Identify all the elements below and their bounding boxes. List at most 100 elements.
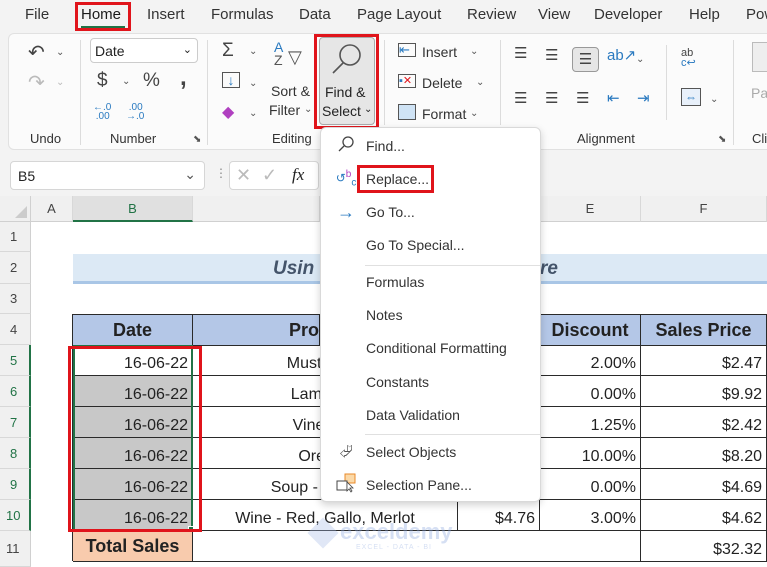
row-header-5[interactable]: 5 [0, 345, 31, 376]
sort-az-icon[interactable]: AZ [274, 40, 283, 67]
column-header-b[interactable]: B [73, 196, 193, 222]
sort-filter-dropdown-icon[interactable]: ⌄ [304, 104, 312, 115]
redo-icon[interactable]: ↷ [28, 70, 45, 95]
wrap-text-icon[interactable]: ab c↩ [681, 48, 696, 69]
header-date[interactable]: Date [73, 315, 193, 346]
menu-item-notes[interactable]: Notes [321, 301, 540, 329]
menu-item-select-objects[interactable]: ⮰ Select Objects [321, 438, 540, 466]
tab-developer[interactable]: Developer [594, 6, 662, 23]
sales-price-cell[interactable]: $2.42 [641, 407, 767, 438]
currency-format-button[interactable]: $ [97, 70, 108, 92]
redo-dropdown-icon[interactable]: ⌄ [56, 77, 64, 88]
row-header-6[interactable]: 6 [0, 376, 31, 407]
comma-style-button[interactable]: , [180, 64, 187, 92]
autosum-icon[interactable]: Σ [222, 40, 234, 62]
row-header-4[interactable]: 4 [0, 314, 31, 345]
insert-cells-icon[interactable]: ⇤ [398, 43, 416, 57]
price-cell[interactable]: $4.76 [458, 500, 540, 531]
column-header-e[interactable]: E [540, 196, 641, 222]
merge-center-icon[interactable]: ⇔ [681, 88, 701, 106]
row-header-1[interactable]: 1 [0, 222, 31, 252]
row-header-2[interactable]: 2 [0, 252, 31, 284]
decrease-indent-icon[interactable]: ⇤ [607, 89, 620, 107]
delete-cells-label[interactable]: Delete [422, 75, 462, 91]
percent-format-button[interactable]: % [143, 70, 160, 92]
align-right-icon[interactable]: ☰ [576, 89, 589, 107]
clear-eraser-icon[interactable]: ◆ [222, 102, 234, 122]
formula-bar-grip-icon[interactable]: ⋮ [215, 166, 227, 180]
align-middle-icon[interactable]: ☰ [545, 46, 558, 64]
tab-file[interactable]: File [25, 6, 49, 23]
tab-help[interactable]: Help [689, 6, 720, 23]
number-format-select[interactable]: Date ⌄ [90, 38, 198, 63]
header-sales-price[interactable]: Sales Price [641, 315, 767, 346]
cancel-icon[interactable]: ✕ [236, 165, 251, 186]
total-sales-value[interactable]: $32.32 [641, 531, 767, 562]
undo-dropdown-icon[interactable]: ⌄ [56, 47, 64, 58]
discount-cell[interactable]: 3.00% [540, 500, 641, 531]
sort-filter-label-2[interactable]: Filter [269, 102, 300, 118]
total-sales-label[interactable]: Total Sales [73, 531, 193, 562]
discount-cell[interactable]: 2.00% [540, 345, 641, 376]
row-header-9[interactable]: 9 [0, 469, 31, 500]
discount-cell[interactable]: 0.00% [540, 469, 641, 500]
sales-price-cell[interactable]: $8.20 [641, 438, 767, 469]
discount-cell[interactable]: 0.00% [540, 376, 641, 407]
format-cells-label[interactable]: Format [422, 106, 466, 122]
delete-cells-icon[interactable]: ▪✕ [398, 74, 416, 88]
tab-data[interactable]: Data [299, 6, 331, 23]
undo-icon[interactable]: ↶ [28, 40, 45, 65]
menu-item-data-validation[interactable]: Data Validation [321, 401, 540, 429]
sales-price-cell[interactable]: $4.69 [641, 469, 767, 500]
merge-dropdown-icon[interactable]: ⌄ [710, 94, 718, 105]
format-dropdown-icon[interactable]: ⌄ [470, 108, 478, 119]
fill-icon[interactable]: ↓ [222, 72, 240, 88]
column-header-a[interactable]: A [31, 196, 73, 222]
sales-price-cell[interactable]: $9.92 [641, 376, 767, 407]
format-cells-icon[interactable] [398, 104, 416, 120]
tab-formulas[interactable]: Formulas [211, 6, 274, 23]
menu-item-selection-pane[interactable]: Selection Pane... [321, 471, 540, 499]
align-bottom-icon[interactable]: ☰ [572, 47, 599, 72]
menu-item-find[interactable]: Find... [321, 132, 540, 160]
discount-cell[interactable]: 10.00% [540, 438, 641, 469]
paste-label[interactable]: Pa [751, 85, 767, 101]
insert-dropdown-icon[interactable]: ⌄ [470, 46, 478, 57]
row-header-11[interactable]: 11 [0, 531, 31, 567]
align-center-icon[interactable]: ☰ [545, 89, 558, 107]
column-header-c[interactable] [193, 196, 320, 222]
dialog-launcher-icon[interactable]: ⬊ [193, 134, 201, 145]
menu-item-conditional-formatting[interactable]: Conditional Formatting [321, 334, 540, 362]
decrease-decimal-icon[interactable]: .00 →.0 [126, 103, 144, 122]
header-product[interactable]: Pro [193, 315, 320, 346]
increase-decimal-icon[interactable]: ←.0 .00 [93, 103, 111, 122]
align-top-icon[interactable]: ☰ [514, 44, 527, 62]
orientation-dropdown-icon[interactable]: ⌄ [636, 54, 644, 65]
insert-function-icon[interactable]: fx [292, 165, 304, 185]
row-header-8[interactable]: 8 [0, 438, 31, 469]
tab-review[interactable]: Review [467, 6, 516, 23]
align-left-icon[interactable]: ☰ [514, 89, 527, 107]
discount-cell[interactable]: 1.25% [540, 407, 641, 438]
orientation-icon[interactable]: ab↗ [607, 46, 636, 64]
autosum-dropdown-icon[interactable]: ⌄ [249, 46, 257, 57]
delete-dropdown-icon[interactable]: ⌄ [476, 77, 484, 88]
row-header-10[interactable]: 10 [0, 500, 31, 531]
sales-price-cell[interactable]: $4.62 [641, 500, 767, 531]
menu-item-go-to-special[interactable]: Go To Special... [321, 231, 540, 259]
insert-cells-label[interactable]: Insert [422, 44, 457, 60]
increase-indent-icon[interactable]: ⇥ [637, 89, 650, 107]
menu-item-constants[interactable]: Constants [321, 368, 540, 396]
name-box[interactable]: B5 ⌄ [10, 161, 205, 190]
sort-filter-label-1[interactable]: Sort & [271, 83, 310, 99]
sales-price-cell[interactable]: $2.47 [641, 345, 767, 376]
filter-funnel-icon[interactable]: ▽ [288, 47, 302, 68]
tab-insert[interactable]: Insert [147, 6, 185, 23]
dialog-launcher-icon[interactable]: ⬊ [718, 134, 726, 145]
clear-dropdown-icon[interactable]: ⌄ [249, 108, 257, 119]
menu-item-formulas[interactable]: Formulas [321, 268, 540, 296]
tab-view[interactable]: View [538, 6, 570, 23]
row-header-7[interactable]: 7 [0, 407, 31, 438]
select-all-button[interactable] [0, 196, 31, 222]
row-header-3[interactable]: 3 [0, 284, 31, 314]
